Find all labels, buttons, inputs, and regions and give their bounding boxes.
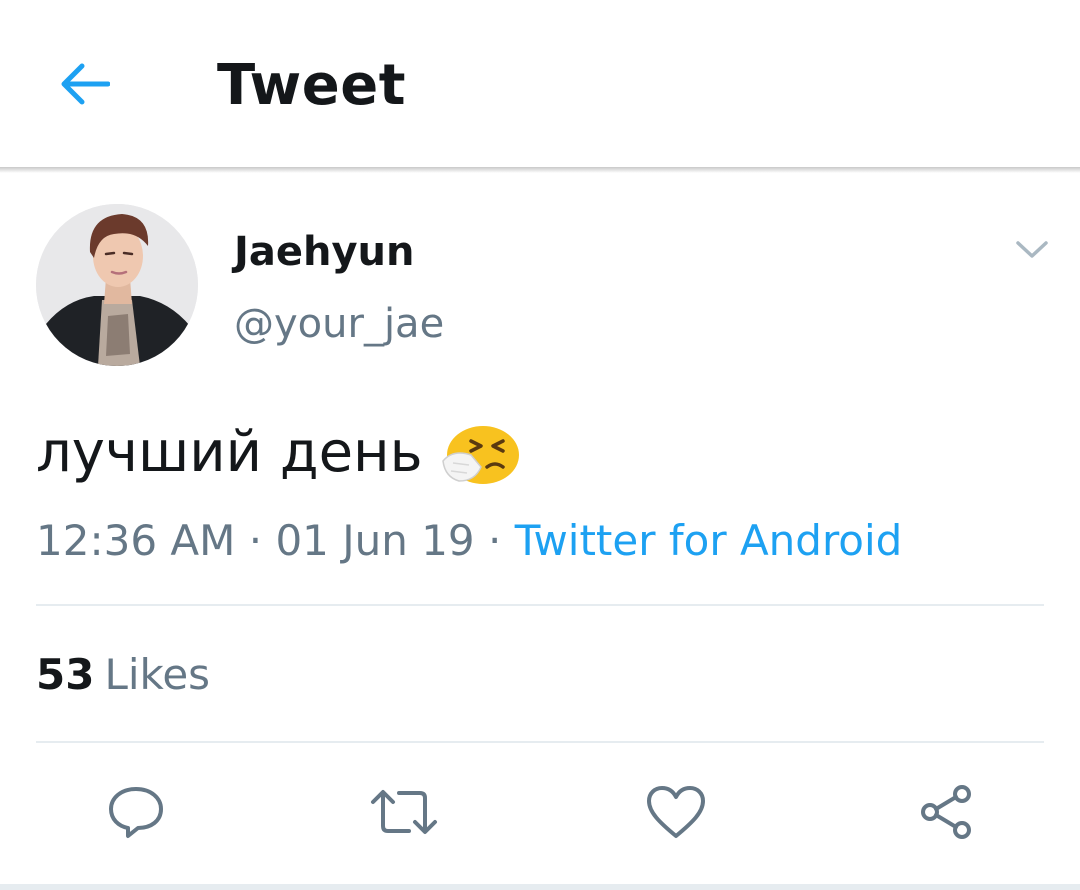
tweet-options-button[interactable] <box>1008 230 1056 270</box>
avatar[interactable] <box>36 204 198 366</box>
meta-separator: · <box>488 516 502 565</box>
sneezing-face-emoji <box>441 426 519 484</box>
like-button[interactable] <box>640 776 712 848</box>
page-title: Tweet <box>217 53 407 118</box>
share-button[interactable] <box>910 776 982 848</box>
tweet-date: 01 Jun 19 <box>275 516 475 565</box>
top-app-bar: Tweet <box>0 0 1080 167</box>
bottom-border <box>0 884 1080 890</box>
tweet-source-link[interactable]: Twitter for Android <box>515 516 903 565</box>
meta-separator: · <box>248 516 263 565</box>
reply-icon <box>109 787 163 838</box>
likes-count: 53 <box>36 650 95 699</box>
author-handle[interactable]: @your_jae <box>234 300 444 348</box>
tweet-text: лучший день <box>36 418 521 488</box>
retweet-button[interactable] <box>368 776 440 848</box>
reply-button[interactable] <box>100 776 172 848</box>
chevron-down-icon <box>1016 241 1048 258</box>
back-button[interactable] <box>52 56 116 112</box>
tweet-detail-screen: Tweet Jaehyun @your_jae лучший день 12:3… <box>0 0 1080 890</box>
divider <box>36 604 1044 606</box>
header-shadow <box>0 167 1080 173</box>
likes-label: Likes <box>104 650 211 699</box>
share-icon <box>921 785 971 839</box>
divider <box>36 741 1044 743</box>
likes-summary[interactable]: 53 Likes <box>36 648 210 702</box>
arrow-left-icon <box>61 63 110 105</box>
tweet-meta: 12:36 AM · 01 Jun 19 · Twitter for Andro… <box>36 514 902 568</box>
heart-icon <box>647 786 705 838</box>
profile-photo <box>36 204 198 366</box>
author-display-name[interactable]: Jaehyun <box>234 228 415 276</box>
tweet-time: 12:36 AM <box>36 516 236 565</box>
retweet-icon <box>371 790 437 834</box>
tweet-text-content: лучший день <box>36 420 423 485</box>
